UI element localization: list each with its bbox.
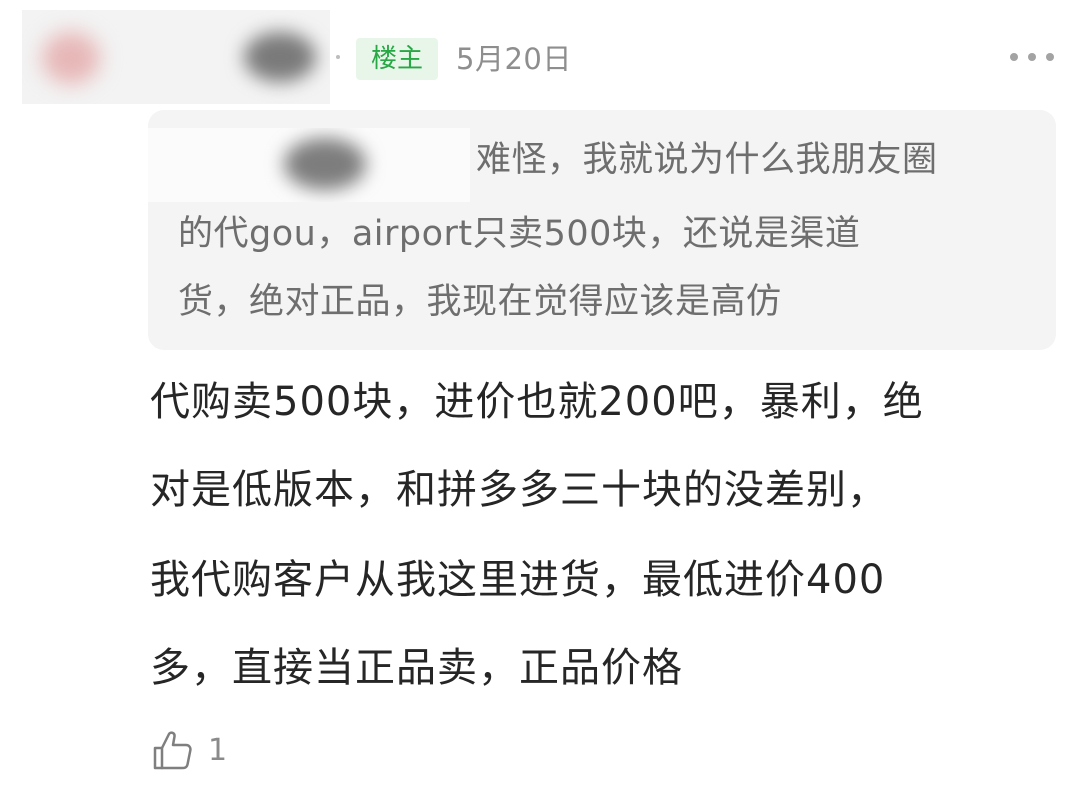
- more-icon-dot: [1028, 53, 1036, 61]
- comment-body-line: 代购卖500块，进价也就200吧，暴利，绝: [150, 379, 924, 425]
- like-button[interactable]: 1: [150, 720, 227, 780]
- comment-body-line: 多，直接当正品卖，正品价格: [150, 645, 683, 691]
- author-info-blurred[interactable]: [22, 10, 330, 104]
- quoted-author-name-blurred: [284, 138, 366, 190]
- more-options-button[interactable]: [1010, 50, 1054, 64]
- meta-separator-dot: [336, 55, 340, 59]
- like-count: 1: [208, 732, 228, 768]
- comment-body-line: 我代购客户从我这里进货，最低进价400: [150, 557, 886, 603]
- thumbs-up-icon: [153, 731, 192, 770]
- quoted-reply[interactable]: 难怪，我就说为什么我朋友圈 的代gou，airport只卖500块，还说是渠道 …: [148, 110, 1056, 350]
- comment-body-line: 对是低版本，和拼多多三十块的没差别，: [150, 467, 888, 513]
- quoted-reply-line: 的代gou，airport只卖500块，还说是渠道: [178, 214, 861, 254]
- quoted-reply-line: 难怪，我就说为什么我朋友圈: [476, 140, 938, 180]
- op-badge: 楼主: [356, 38, 438, 80]
- avatar[interactable]: [42, 32, 100, 84]
- more-icon: [1010, 53, 1018, 61]
- author-name-blurred[interactable]: [244, 32, 316, 82]
- quoted-author-blurred: [148, 128, 470, 202]
- post-date: 5月20日: [456, 42, 572, 76]
- quoted-reply-line: 货，绝对正品，我现在觉得应该是高仿: [178, 282, 782, 322]
- more-icon-dot: [1046, 53, 1054, 61]
